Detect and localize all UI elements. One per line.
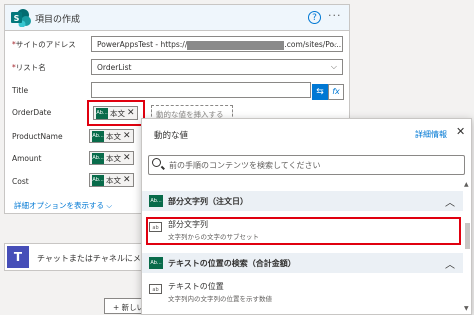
section-substring[interactable]: Ab... 部分文字列（注文日） ︿: [142, 191, 463, 211]
chevron-down-icon: ⌵: [330, 39, 337, 48]
scroll-down-icon[interactable]: ▼: [464, 305, 469, 312]
chevron-up-icon[interactable]: ︿: [445, 194, 455, 209]
chevron-down-icon: ⌵: [330, 62, 337, 71]
token-icon: Ab...: [149, 195, 163, 207]
token-icon: Ab...: [92, 130, 104, 142]
learn-more-link[interactable]: 詳細情報: [415, 129, 447, 140]
token-icon: Ab...: [92, 152, 104, 164]
remove-icon[interactable]: ✕: [123, 153, 131, 163]
token-label: 本文: [106, 175, 121, 185]
section-title: テキストの位置の検索（合計金額）: [168, 259, 296, 268]
dynamic-content-popup: 動的な値 詳細情報 ✕ 前の手順のコンテンツを検索してください Ab... 部分…: [141, 118, 472, 315]
popup-title: 動的な値: [154, 131, 189, 141]
teams-icon: T: [7, 246, 29, 268]
card-title: 項目の作成: [35, 15, 81, 25]
list-name-label: *リスト名: [12, 63, 46, 72]
scrollbar-thumb[interactable]: [465, 223, 470, 249]
substring-highlight: [146, 217, 461, 245]
cost-label: Cost: [12, 177, 29, 186]
token-label: 本文: [110, 108, 125, 118]
list-name-dropdown[interactable]: OrderList ⌵: [91, 59, 343, 75]
show-advanced-options-link[interactable]: 詳細オプションを表示する ⌵: [14, 200, 112, 211]
more-options-icon[interactable]: ···: [328, 9, 342, 22]
site-address-label: *サイトのアドレス: [12, 40, 76, 49]
section-text-position[interactable]: Ab... テキストの位置の検索（合計金額） ︿: [142, 253, 463, 273]
token-label: 本文: [106, 153, 121, 163]
dynamic-content-button[interactable]: ⇆: [312, 84, 328, 100]
remove-icon[interactable]: ✕: [123, 131, 131, 141]
text-function-icon: ab: [149, 284, 162, 294]
list-item-text-position[interactable]: ab テキストの位置 文字列内の文字列の位置を示す数値: [142, 277, 463, 305]
help-icon[interactable]: ?: [308, 11, 321, 24]
redacted-block: [187, 40, 285, 50]
remove-icon[interactable]: ✕: [123, 175, 131, 185]
section-title: 部分文字列（注文日）: [168, 197, 248, 206]
item-description: 文字列内の文字列の位置を示す数値: [168, 295, 272, 303]
expression-button[interactable]: fx: [328, 84, 344, 100]
token-icon: Ab...: [96, 107, 108, 119]
item-title: テキストの位置: [168, 282, 224, 291]
amount-token[interactable]: Ab... 本文 ✕: [89, 151, 134, 165]
sharepoint-icon: S: [11, 9, 31, 27]
productname-token[interactable]: Ab... 本文 ✕: [89, 129, 134, 143]
chevron-down-icon: ⌵: [106, 201, 113, 210]
title-label: Title: [12, 86, 29, 95]
teams-action-title: チャットまたはチャネルにメッ: [37, 254, 149, 263]
site-address-dropdown[interactable]: PowerAppsTest - https://.com/sites/Po...…: [91, 36, 343, 52]
scroll-up-icon[interactable]: ▲: [464, 181, 469, 188]
token-icon: Ab...: [92, 174, 104, 186]
chevron-up-icon[interactable]: ︿: [445, 256, 455, 271]
title-input[interactable]: [91, 82, 311, 98]
remove-icon[interactable]: ✕: [127, 108, 135, 118]
token-label: 本文: [106, 131, 121, 141]
orderdate-token[interactable]: Ab... 本文 ✕: [93, 106, 138, 120]
orderdate-label: OrderDate: [12, 108, 52, 117]
svg-text:S: S: [14, 14, 20, 23]
cost-token[interactable]: Ab... 本文 ✕: [89, 173, 134, 187]
search-icon: [152, 158, 161, 167]
close-icon[interactable]: ✕: [456, 125, 465, 138]
token-icon: Ab...: [149, 257, 163, 269]
productname-label: ProductName: [12, 132, 63, 141]
search-input[interactable]: 前の手順のコンテンツを検索してください: [148, 155, 465, 175]
amount-label: Amount: [12, 154, 42, 163]
card-header[interactable]: S 項目の作成 ? ···: [5, 5, 349, 31]
